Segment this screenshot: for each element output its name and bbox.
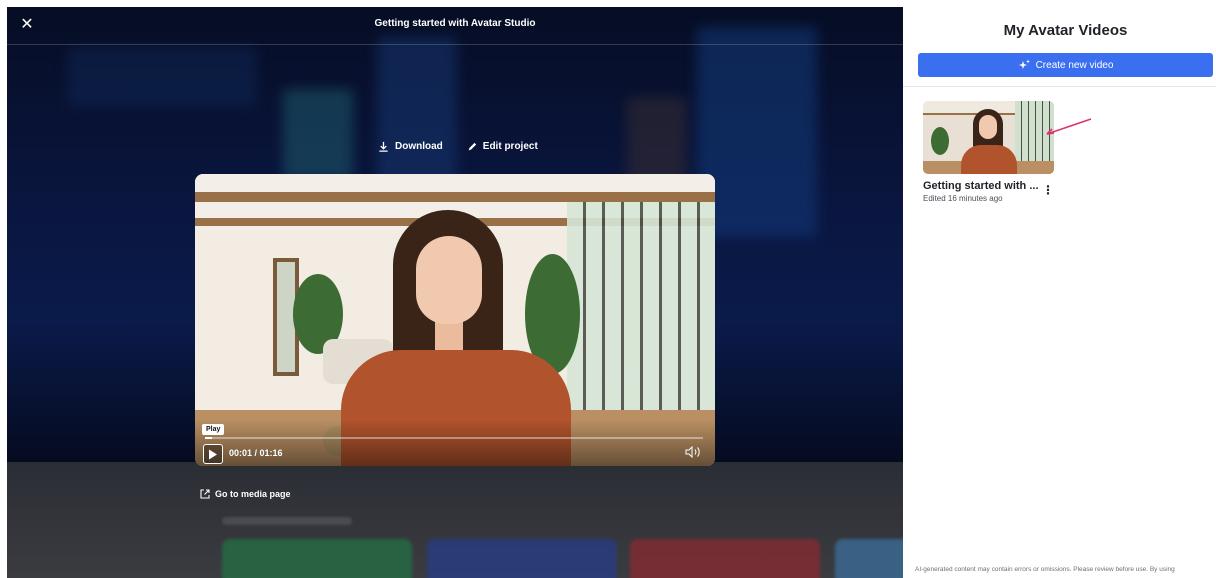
blurred-template-card — [835, 539, 903, 578]
play-tooltip: Play — [202, 424, 225, 435]
edit-project-button[interactable]: Edit project — [467, 141, 538, 152]
go-to-media-page-link[interactable]: Go to media page — [200, 489, 291, 499]
thumb-avatar-face — [979, 115, 997, 139]
video-frame-beam — [195, 192, 715, 202]
create-new-video-button[interactable]: Create new video — [918, 53, 1213, 77]
sparkle-icon — [1018, 59, 1030, 69]
edit-project-label: Edit project — [482, 141, 538, 152]
video-edited-time: Edited 16 minutes ago — [923, 194, 1003, 203]
video-title[interactable]: Getting started with ... — [923, 180, 1039, 192]
annotation-arrow-icon — [1046, 118, 1092, 135]
blurred-template-card — [630, 539, 820, 578]
external-link-icon — [200, 489, 210, 499]
speaker-icon — [685, 445, 700, 459]
download-label: Download — [395, 141, 443, 152]
pencil-icon — [468, 142, 476, 150]
ai-disclaimer: AI-generated content may contain errors … — [915, 566, 1175, 573]
modal-header: ✕ Getting started with Avatar Studio — [7, 7, 903, 45]
volume-button[interactable] — [685, 445, 703, 461]
modal-title: Getting started with Avatar Studio — [374, 18, 536, 29]
blurred-background-element — [697, 27, 817, 237]
play-icon — [209, 449, 217, 459]
blurred-template-card — [222, 539, 412, 578]
avatar-videos-panel: My Avatar Videos Create new video Gettin… — [903, 0, 1216, 578]
download-icon — [379, 141, 388, 152]
blurred-background-element — [283, 89, 353, 179]
video-frame-window — [567, 202, 715, 432]
progress-bar[interactable] — [205, 437, 703, 439]
video-actions: Download Edit project — [378, 141, 538, 152]
progress-fill — [205, 437, 212, 439]
blurred-heading-placeholder — [222, 517, 352, 525]
avatar-face — [416, 236, 482, 324]
blurred-background-element — [67, 47, 257, 107]
thumb-avatar-shirt — [961, 145, 1017, 174]
blurred-template-card — [427, 539, 617, 578]
panel-title: My Avatar Videos — [1003, 22, 1128, 39]
more-options-button[interactable]: ⋮ — [1042, 184, 1054, 196]
create-new-video-label: Create new video — [1035, 59, 1114, 71]
video-thumbnail[interactable] — [923, 101, 1054, 174]
go-to-media-page-label: Go to media page — [215, 489, 291, 499]
blurred-background-element — [377, 37, 457, 197]
panel-divider — [903, 86, 1216, 87]
play-button[interactable] — [203, 444, 223, 464]
thumb-plant — [931, 127, 949, 155]
download-button[interactable]: Download — [378, 141, 443, 152]
time-display: 00:01 / 01:16 — [229, 448, 283, 458]
video-player[interactable]: Play 00:01 / 01:16 — [195, 174, 715, 466]
controls-gradient — [195, 420, 715, 466]
